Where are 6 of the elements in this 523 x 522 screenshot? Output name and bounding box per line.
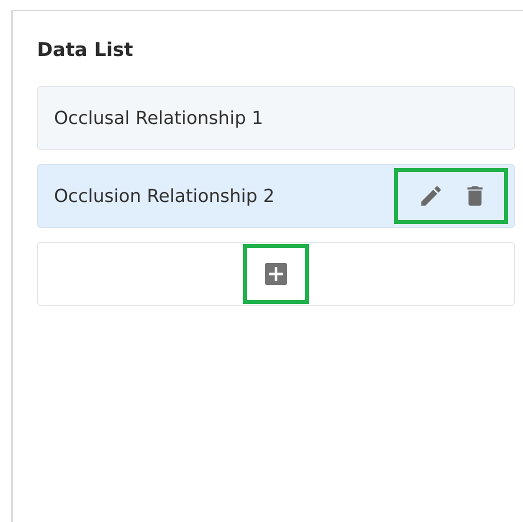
list-item[interactable]: Occlusal Relationship 1 — [37, 86, 515, 150]
panel-title: Data List — [37, 39, 134, 61]
add-icon[interactable] — [265, 263, 287, 285]
list-item[interactable]: Occlusion Relationship 2 — [37, 164, 515, 228]
item-label: Occlusion Relationship 2 — [54, 186, 276, 206]
item-label: Occlusal Relationship 1 — [54, 108, 264, 128]
